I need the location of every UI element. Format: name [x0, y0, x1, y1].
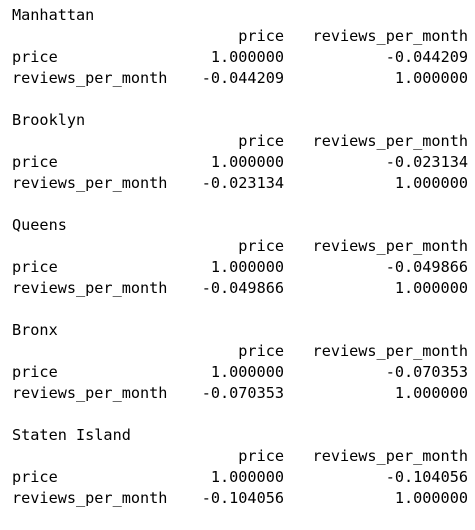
correlation-block-bronx: Bronx price reviews_per_month price 1.00… [12, 320, 468, 404]
header-corner [12, 236, 188, 257]
cell-reviews-per-month: -0.104056 [385, 468, 468, 486]
cell-reviews-per-month: 1.000000 [394, 384, 468, 402]
cell-price: 1.000000 [210, 258, 284, 276]
cell-reviews-per-month: -0.023134 [385, 153, 468, 171]
table-row: reviews_per_month -0.044209 1.000000 [12, 68, 468, 89]
header-row: price reviews_per_month [12, 131, 468, 152]
cell-price: -0.044209 [201, 69, 284, 87]
cell-price: 1.000000 [210, 153, 284, 171]
correlation-block-queens: Queens price reviews_per_month price 1.0… [12, 215, 468, 299]
header-reviews-per-month: reviews_per_month [312, 132, 468, 150]
header-reviews-per-month: reviews_per_month [312, 27, 468, 45]
row-label: price [12, 363, 58, 381]
cell-reviews-per-month: -0.044209 [385, 48, 468, 66]
row-label: reviews_per_month [12, 174, 168, 192]
header-price: price [238, 447, 284, 465]
header-price: price [238, 237, 284, 255]
cell-reviews-per-month: 1.000000 [394, 174, 468, 192]
table-row: reviews_per_month -0.049866 1.000000 [12, 278, 468, 299]
cell-price: -0.070353 [201, 384, 284, 402]
header-corner [12, 131, 188, 152]
cell-price: -0.049866 [201, 279, 284, 297]
cell-reviews-per-month: 1.000000 [394, 69, 468, 87]
correlation-block-brooklyn: Brooklyn price reviews_per_month price 1… [12, 110, 468, 194]
cell-reviews-per-month: 1.000000 [394, 279, 468, 297]
table-row: reviews_per_month -0.070353 1.000000 [12, 383, 468, 404]
block-title: Queens [12, 216, 67, 234]
row-label: reviews_per_month [12, 384, 168, 402]
correlation-block-manhattan: Manhattan price reviews_per_month price … [12, 5, 468, 89]
header-reviews-per-month: reviews_per_month [312, 237, 468, 255]
cell-price: 1.000000 [210, 48, 284, 66]
block-title: Manhattan [12, 6, 95, 24]
header-reviews-per-month: reviews_per_month [312, 447, 468, 465]
row-label: price [12, 468, 58, 486]
row-label: price [12, 258, 58, 276]
table-row: price 1.000000 -0.049866 [12, 257, 468, 278]
header-price: price [238, 27, 284, 45]
table-row: price 1.000000 -0.104056 [12, 467, 468, 488]
correlation-output: Manhattan price reviews_per_month price … [12, 5, 468, 530]
header-row: price reviews_per_month [12, 26, 468, 47]
header-corner [12, 341, 188, 362]
header-row: price reviews_per_month [12, 236, 468, 257]
row-label: price [12, 153, 58, 171]
cell-reviews-per-month: -0.070353 [385, 363, 468, 381]
row-label: price [12, 48, 58, 66]
header-corner [12, 446, 188, 467]
table-row: price 1.000000 -0.070353 [12, 362, 468, 383]
block-title: Brooklyn [12, 111, 86, 129]
header-price: price [238, 132, 284, 150]
table-row: price 1.000000 -0.044209 [12, 47, 468, 68]
table-row: reviews_per_month -0.104056 1.000000 [12, 488, 468, 509]
row-label: reviews_per_month [12, 489, 168, 507]
header-corner [12, 26, 188, 47]
row-label: reviews_per_month [12, 279, 168, 297]
table-row: price 1.000000 -0.023134 [12, 152, 468, 173]
block-title: Staten Island [12, 426, 131, 444]
correlation-block-staten-island: Staten Island price reviews_per_month pr… [12, 425, 468, 509]
cell-price: -0.104056 [201, 489, 284, 507]
cell-price: 1.000000 [210, 363, 284, 381]
cell-price: 1.000000 [210, 468, 284, 486]
block-title: Bronx [12, 321, 58, 339]
header-price: price [238, 342, 284, 360]
cell-reviews-per-month: -0.049866 [385, 258, 468, 276]
header-row: price reviews_per_month [12, 446, 468, 467]
table-row: reviews_per_month -0.023134 1.000000 [12, 173, 468, 194]
header-row: price reviews_per_month [12, 341, 468, 362]
cell-reviews-per-month: 1.000000 [394, 489, 468, 507]
cell-price: -0.023134 [201, 174, 284, 192]
row-label: reviews_per_month [12, 69, 168, 87]
header-reviews-per-month: reviews_per_month [312, 342, 468, 360]
